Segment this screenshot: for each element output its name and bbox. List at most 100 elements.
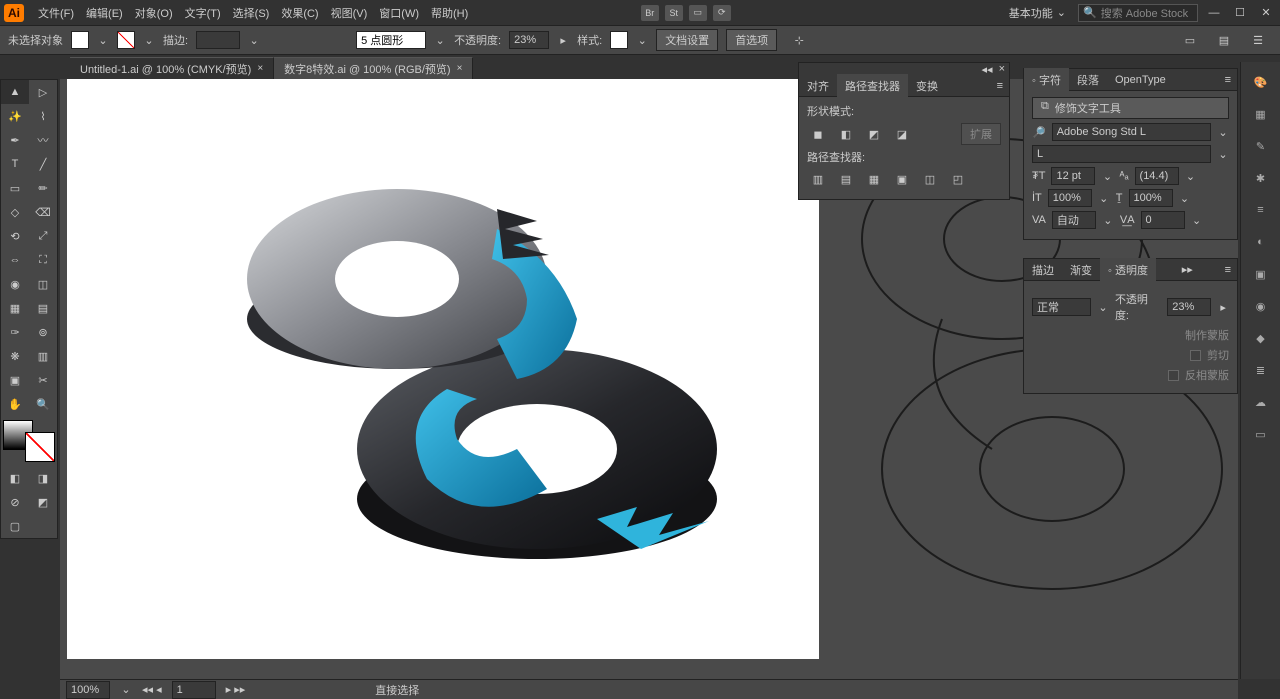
scale-tool[interactable]: ⤢ xyxy=(29,224,57,248)
menu-effect[interactable]: 效果(C) xyxy=(275,1,324,25)
doc-setup-button[interactable]: 文档设置 xyxy=(656,29,718,51)
close-icon[interactable]: × xyxy=(257,63,263,74)
sync-icon[interactable]: ⟳ xyxy=(713,5,731,21)
gradient-mode-icon[interactable]: ◨ xyxy=(29,466,57,490)
menu-window[interactable]: 窗口(W) xyxy=(373,1,425,25)
minus-back-button[interactable]: ◰ xyxy=(947,169,969,189)
selection-tool[interactable]: ▲ xyxy=(1,80,29,104)
blend-dropdown[interactable]: ⌄ xyxy=(1097,298,1109,316)
font-style-dropdown[interactable]: ⌄ xyxy=(1217,145,1229,163)
divide-button[interactable]: ▥ xyxy=(807,169,829,189)
tracking-dropdown[interactable]: ⌄ xyxy=(1191,211,1203,229)
bridge-icon[interactable]: Br xyxy=(641,5,659,21)
gradient-panel-icon[interactable]: ◐ xyxy=(1249,230,1273,254)
stroke-weight-dropdown[interactable]: ⌄ xyxy=(248,31,260,49)
hand-tool[interactable]: ✋ xyxy=(1,392,29,416)
style-swatch[interactable] xyxy=(610,31,628,49)
font-size-input[interactable]: 12 pt xyxy=(1051,167,1095,185)
style-dropdown[interactable]: ⌄ xyxy=(636,31,648,49)
menu-edit[interactable]: 编辑(E) xyxy=(80,1,129,25)
tab-align[interactable]: 对齐 xyxy=(799,74,837,98)
tab-transparency[interactable]: ◦ 透明度 xyxy=(1100,258,1156,282)
panel-menu-icon[interactable]: ≡ xyxy=(991,80,1009,92)
stroke-dropdown[interactable]: ⌄ xyxy=(143,31,155,49)
crop-button[interactable]: ▣ xyxy=(891,169,913,189)
appearance-panel-icon[interactable]: ◉ xyxy=(1249,294,1273,318)
eyedropper-tool[interactable]: ✑ xyxy=(1,320,29,344)
tab-gradient[interactable]: 渐变 xyxy=(1062,258,1100,282)
line-tool[interactable]: ╱ xyxy=(29,152,57,176)
close-icon[interactable]: × xyxy=(999,63,1005,75)
stroke-swatch[interactable] xyxy=(117,31,135,49)
fill-swatch[interactable] xyxy=(71,31,89,49)
pen-tool[interactable]: ✒ xyxy=(1,128,29,152)
doc-tab-1[interactable]: Untitled-1.ai @ 100% (CMYK/预览) × xyxy=(70,57,274,79)
kerning-dropdown[interactable]: ⌄ xyxy=(1102,211,1114,229)
color-mode-icon[interactable]: ◧ xyxy=(1,466,29,490)
tab-opentype[interactable]: OpenType xyxy=(1107,70,1174,90)
curvature-tool[interactable]: 〰 xyxy=(29,128,57,152)
tab-character[interactable]: ◦ 字符 xyxy=(1024,68,1069,92)
layers-panel-icon[interactable]: ≣ xyxy=(1249,358,1273,382)
vscale-input[interactable]: 100% xyxy=(1048,189,1092,207)
panel-toggle-icon[interactable]: ▤ xyxy=(1210,28,1238,52)
hscale-dropdown[interactable]: ⌄ xyxy=(1179,189,1191,207)
menu-object[interactable]: 对象(O) xyxy=(129,1,179,25)
collapse-icon[interactable]: ◂◂ xyxy=(982,63,993,75)
libraries-panel-icon[interactable]: ☁ xyxy=(1249,390,1273,414)
artwork-figure-8[interactable] xyxy=(197,139,747,619)
rectangle-tool[interactable]: ▭ xyxy=(1,176,29,200)
prefs-button[interactable]: 首选项 xyxy=(726,29,777,51)
mesh-tool[interactable]: ▦ xyxy=(1,296,29,320)
color-panel-icon[interactable]: 🎨 xyxy=(1249,70,1273,94)
zoom-dropdown[interactable]: ⌄ xyxy=(120,681,132,699)
arrange-icon[interactable]: ▭ xyxy=(689,5,707,21)
workspace-switcher[interactable]: 基本功能 ⌄ xyxy=(1003,3,1072,23)
hscale-input[interactable]: 100% xyxy=(1129,189,1173,207)
unite-button[interactable]: ◼ xyxy=(807,124,829,144)
rotate-tool[interactable]: ⟲ xyxy=(1,224,29,248)
artboard-tool[interactable]: ▣ xyxy=(1,368,29,392)
tab-paragraph[interactable]: 段落 xyxy=(1069,68,1107,92)
font-family-input[interactable]: Adobe Song Std L xyxy=(1052,123,1211,141)
options-menu-icon[interactable]: ☰ xyxy=(1244,28,1272,52)
transparency-panel-icon[interactable]: ▣ xyxy=(1249,262,1273,286)
panel-menu-icon[interactable]: ≡ xyxy=(1219,74,1237,86)
eraser-tool[interactable]: ⌫ xyxy=(29,200,57,224)
artboard-nav-prev[interactable]: ◂◂ ◂ xyxy=(142,683,162,696)
fill-stroke-control[interactable] xyxy=(3,420,55,462)
tracking-input[interactable]: 0 xyxy=(1141,211,1185,229)
brush-dropdown[interactable]: ⌄ xyxy=(434,31,446,49)
fill-dropdown[interactable]: ⌄ xyxy=(97,31,109,49)
kerning-input[interactable]: 自动 xyxy=(1052,211,1096,229)
gradient-tool[interactable]: ▤ xyxy=(29,296,57,320)
brush-profile[interactable]: 5 点圆形 xyxy=(356,31,426,49)
perspective-tool[interactable]: ◫ xyxy=(29,272,57,296)
close-button[interactable]: ✕ xyxy=(1256,5,1276,21)
maximize-button[interactable]: ☐ xyxy=(1230,5,1250,21)
minus-front-button[interactable]: ◧ xyxy=(835,124,857,144)
leading-dropdown[interactable]: ⌄ xyxy=(1185,167,1197,185)
artboard-nav-next[interactable]: ▸ ▸▸ xyxy=(226,683,246,696)
artboards-panel-icon[interactable]: ▭ xyxy=(1249,422,1273,446)
exclude-button[interactable]: ◪ xyxy=(891,124,913,144)
swatches-panel-icon[interactable]: ▦ xyxy=(1249,102,1273,126)
column-graph-tool[interactable]: ▥ xyxy=(29,344,57,368)
minimize-button[interactable]: — xyxy=(1204,5,1224,21)
close-icon[interactable]: × xyxy=(457,63,463,74)
screen-mode-tool[interactable]: ▢ xyxy=(1,514,29,538)
artboard-input[interactable]: 1 xyxy=(172,681,216,699)
zoom-tool[interactable]: 🔍 xyxy=(29,392,57,416)
stroke-weight-input[interactable] xyxy=(196,31,240,49)
type-tool[interactable]: T xyxy=(1,152,29,176)
font-family-dropdown[interactable]: ⌄ xyxy=(1217,123,1229,141)
menu-help[interactable]: 帮助(H) xyxy=(425,1,474,25)
shaper-tool[interactable]: ◇ xyxy=(1,200,29,224)
blend-mode-select[interactable]: 正常 xyxy=(1032,298,1091,316)
doc-tab-2[interactable]: 数字8特效.ai @ 100% (RGB/预览) × xyxy=(274,57,473,79)
magic-wand-tool[interactable]: ✨ xyxy=(1,104,29,128)
opacity-input[interactable]: 23% xyxy=(509,31,549,49)
symbol-sprayer-tool[interactable]: ❋ xyxy=(1,344,29,368)
artboard[interactable] xyxy=(67,79,819,659)
symbols-panel-icon[interactable]: ✱ xyxy=(1249,166,1273,190)
